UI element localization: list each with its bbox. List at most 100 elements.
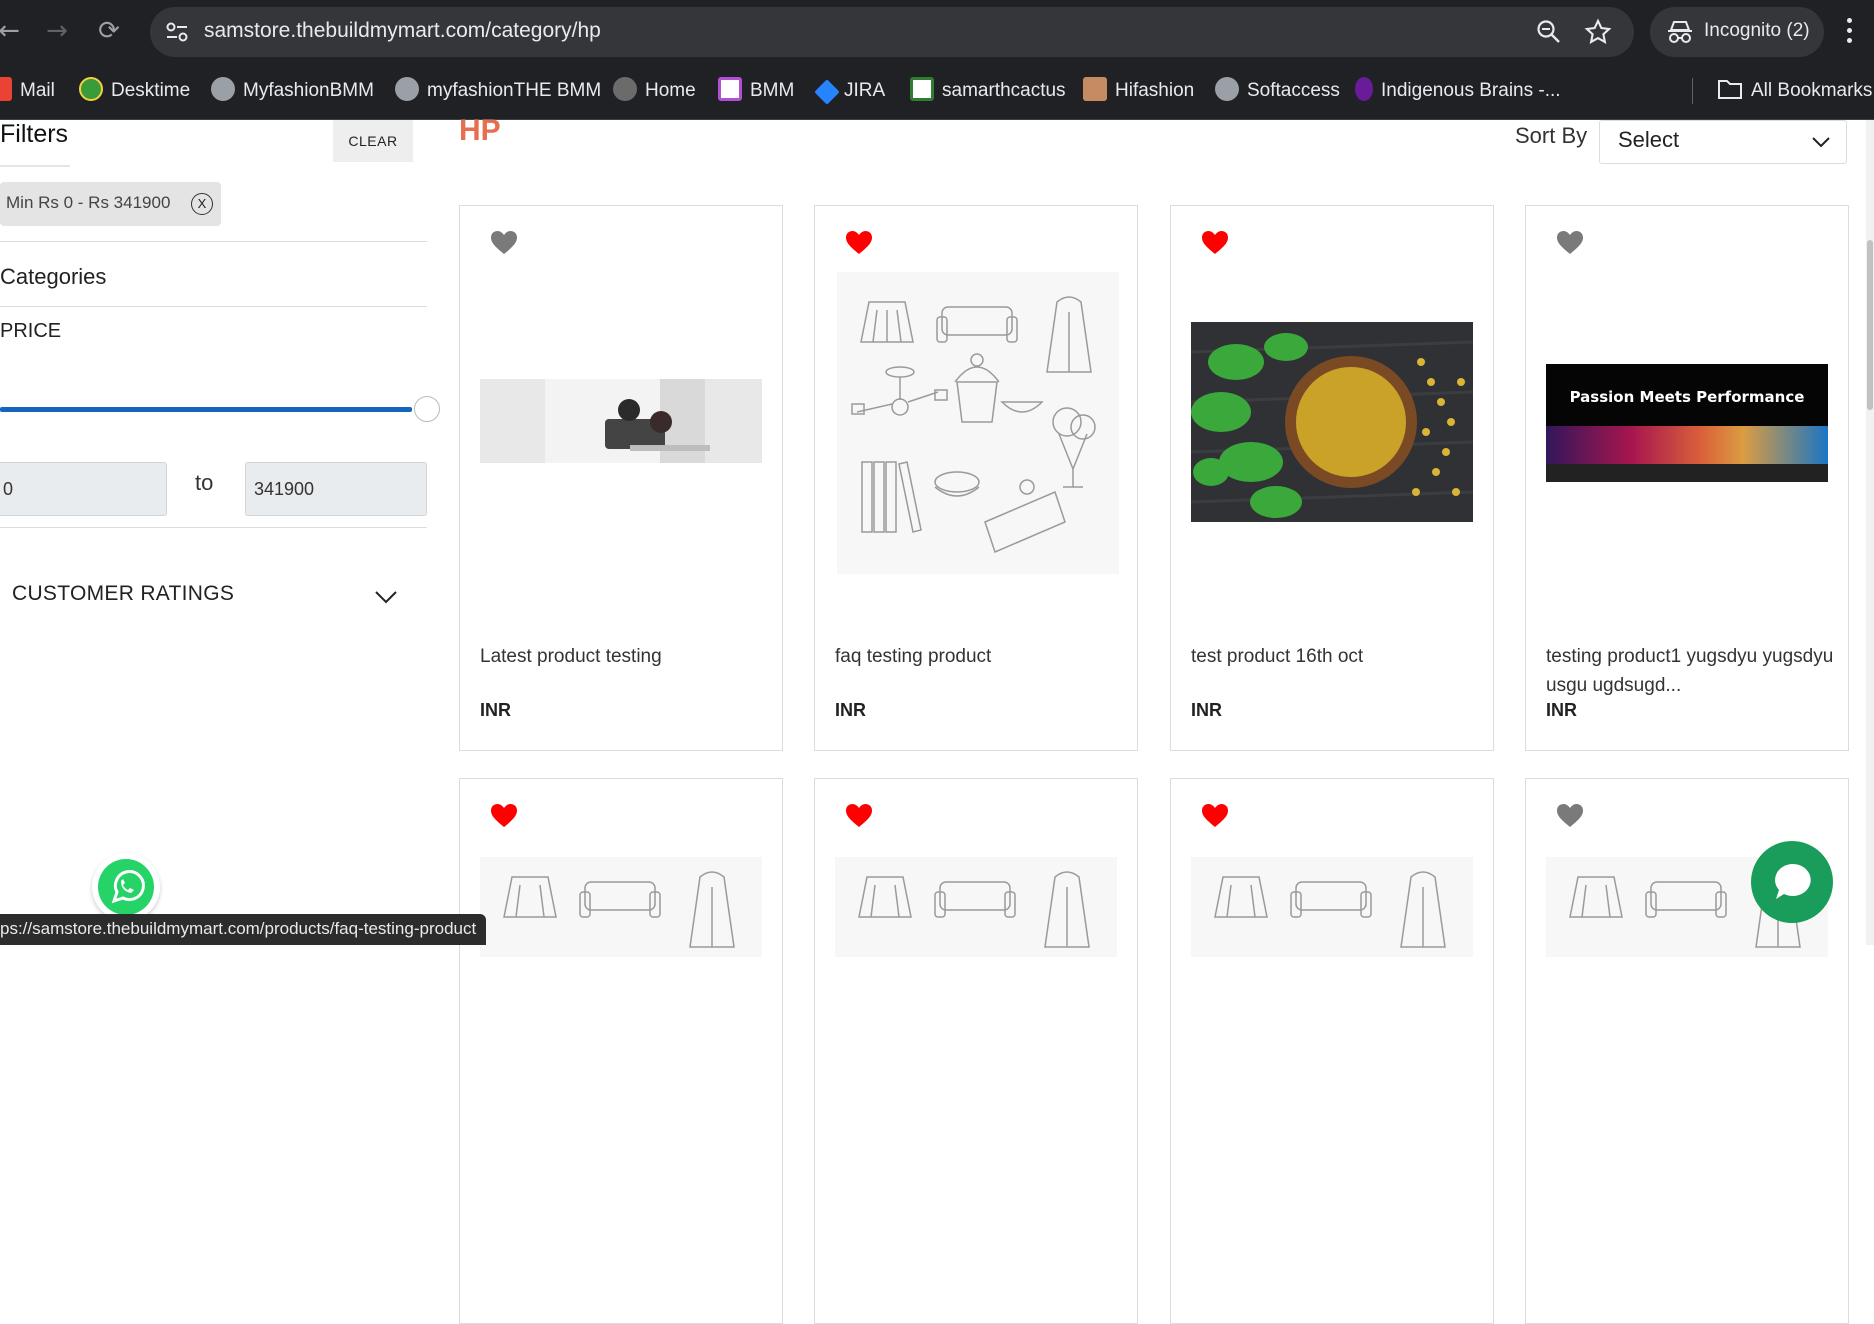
earth-icon [613,77,637,101]
product-image[interactable] [1191,322,1473,522]
category-title: HP [459,114,501,147]
chat-bubble-icon [1775,863,1811,899]
scrollbar-thumb[interactable] [1867,240,1873,410]
customer-ratings-label[interactable]: CUSTOMER RATINGS [12,582,234,606]
bookmark-bmm[interactable]: BMM [718,76,794,106]
wishlist-heart-icon[interactable] [1201,803,1229,829]
sort-select[interactable]: Select [1599,120,1847,164]
product-image[interactable] [480,379,762,463]
product-name[interactable]: Latest product testing [480,642,770,671]
price-chip-label: Min Rs 0 - Rs 341900 [6,193,171,212]
product-card[interactable]: faq testing product INR [814,205,1138,751]
all-bookmarks[interactable]: All Bookmarks [1717,76,1872,106]
product-price: INR [480,700,511,720]
bookmarks-divider [1692,78,1693,104]
price-to-label: to [195,470,214,495]
price-max-input[interactable] [245,462,427,516]
product-card[interactable]: test product 16th oct INR [1170,205,1494,751]
product-card[interactable]: Passion Meets Performance testing produc… [1525,205,1849,751]
remove-chip-button[interactable]: X [191,193,213,215]
bookmark-home[interactable]: Home [613,76,696,106]
divider [0,527,427,528]
zoom-icon[interactable] [1536,19,1562,45]
bookmark-myfashionbmm[interactable]: MyfashionBMM [211,76,374,106]
desktime-icon [79,77,103,101]
reload-icon[interactable]: ⟳ [92,14,126,48]
bookmark-jira[interactable]: JIRA [814,76,885,106]
globe-icon [211,77,235,101]
categories-label[interactable]: Categories [0,264,106,290]
incognito-indicator[interactable]: Incognito (2) [1650,7,1824,57]
product-name[interactable]: testing product1 yugsdyu yugsdyu usgu ug… [1546,642,1836,700]
product-placeholder-image[interactable] [1191,857,1473,957]
bookmark-desktime[interactable]: Desktime [79,76,190,106]
product-placeholder-image[interactable] [480,857,762,957]
price-min-input[interactable] [0,462,167,516]
browser-menu-icon[interactable] [1846,18,1854,46]
bookmark-samarthcactus[interactable]: samarthcactus [910,76,1066,106]
wishlist-heart-icon[interactable] [1556,230,1584,256]
whatsapp-button[interactable] [92,853,160,921]
bookmark-mail[interactable]: Mail [0,76,55,106]
divider [0,241,427,242]
product-placeholder-image[interactable] [837,272,1119,574]
status-bar-url: ps://samstore.thebuildmymart.com/product… [0,914,487,945]
filters-title: Filters [0,120,69,148]
wishlist-heart-icon[interactable] [1201,230,1229,256]
browser-toolbar: ← → ⟳ samstore.thebuildmymart.com/catego… [0,0,1874,64]
product-card[interactable] [1170,778,1494,1324]
wishlist-heart-icon[interactable] [845,230,873,256]
product-price: INR [835,700,866,720]
jira-icon [814,79,840,105]
price-filter-chip: Min Rs 0 - Rs 341900 X [0,182,221,226]
chevron-down-icon [1812,137,1830,148]
wishlist-heart-icon[interactable] [490,230,518,256]
clear-filters-button[interactable]: CLEAR [333,120,413,162]
sort-selected-value: Select [1618,127,1680,152]
banner-text: Passion Meets Performance [1569,388,1805,406]
product-placeholder-image[interactable] [835,857,1117,957]
forward-icon[interactable]: → [40,14,74,48]
chevron-down-icon[interactable] [373,583,399,609]
product-price: INR [1191,700,1222,720]
sort-by-label: Sort By [1515,123,1588,148]
back-icon[interactable]: ← [0,14,26,48]
site-info-icon[interactable] [164,20,190,44]
page-content: Filters CLEAR Min Rs 0 - Rs 341900 X Cat… [0,114,1874,1324]
incognito-icon [1668,21,1692,43]
product-banner-image[interactable]: Passion Meets Performance [1546,364,1828,482]
filters-underline [0,165,70,167]
url-text[interactable]: samstore.thebuildmymart.com/category/hp [204,19,601,43]
bookmark-star-icon[interactable] [1584,18,1612,46]
divider [0,306,427,307]
wishlist-heart-icon[interactable] [490,803,518,829]
product-card[interactable] [814,778,1138,1324]
product-card[interactable]: Latest product testing INR [459,205,783,751]
bookmark-myfashion-the-bmm[interactable]: myfashionTHE BMM [395,76,601,106]
cactus-icon [910,77,934,101]
gmail-icon [0,77,12,101]
product-card[interactable] [459,778,783,1324]
incognito-label: Incognito (2) [1704,20,1810,41]
price-label: PRICE [0,320,62,342]
hifashion-icon [1083,77,1107,101]
bookmarks-bar: Mail Desktime MyfashionBMM myfashionTHE … [0,64,1874,120]
product-name[interactable]: test product 16th oct [1191,642,1481,671]
bmm-logo-icon [718,77,742,101]
bookmark-indigenous-brains[interactable]: Indigenous Brains -... [1355,76,1561,106]
bookmark-softaccess[interactable]: Softaccess [1215,76,1340,106]
chat-button[interactable] [1751,841,1833,923]
folder-icon [1718,80,1742,99]
bookmark-hifashion[interactable]: Hifashion [1083,76,1194,106]
product-price: INR [1546,700,1577,720]
globe-icon [395,77,419,101]
price-slider-track[interactable] [0,407,412,412]
wishlist-heart-icon[interactable] [1556,803,1584,829]
indigenous-brains-icon [1355,77,1373,101]
price-slider-handle[interactable] [414,396,440,422]
address-bar[interactable]: samstore.thebuildmymart.com/category/hp [150,7,1634,57]
globe-icon [1215,77,1239,101]
wishlist-heart-icon[interactable] [845,803,873,829]
product-name[interactable]: faq testing product [835,642,1125,671]
whatsapp-icon [98,859,154,915]
